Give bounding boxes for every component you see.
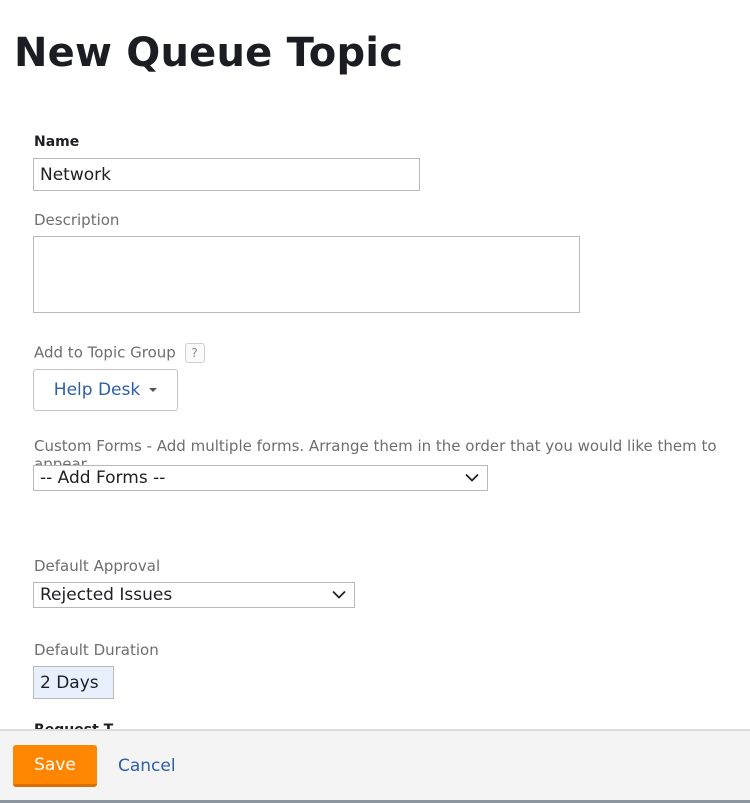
topic-group-selected: Help Desk — [53, 380, 141, 400]
help-icon[interactable]: ? — [184, 343, 205, 363]
name-label: Name — [34, 134, 80, 150]
description-label: Description — [34, 211, 120, 229]
save-button[interactable]: Save — [13, 745, 97, 787]
custom-forms-select[interactable]: -- Add Forms -- — [33, 465, 488, 491]
caret-down-icon — [149, 388, 158, 392]
chevron-down-icon — [332, 590, 346, 599]
name-input-value: Network — [40, 164, 111, 185]
topic-group-label: Add to Topic Group — [34, 343, 176, 362]
default-duration-input[interactable]: 2 Days — [33, 666, 114, 699]
default-approval-select[interactable]: Rejected Issues — [33, 582, 355, 608]
default-approval-selected: Rejected Issues — [40, 585, 173, 605]
description-textarea[interactable] — [33, 236, 580, 313]
name-input[interactable]: Network — [33, 158, 420, 191]
default-duration-value: 2 Days — [40, 672, 99, 693]
topic-group-label-row: Add to Topic Group ? — [34, 343, 205, 363]
page-title: New Queue Topic — [14, 30, 404, 76]
cancel-link[interactable]: Cancel — [118, 756, 176, 776]
footer-bar: Save Cancel — [0, 729, 750, 800]
custom-forms-selected: -- Add Forms -- — [40, 468, 166, 488]
chevron-down-icon — [465, 473, 479, 482]
default-approval-label: Default Approval — [34, 557, 161, 575]
topic-group-dropdown[interactable]: Help Desk — [33, 369, 178, 411]
default-duration-label: Default Duration — [34, 641, 159, 659]
